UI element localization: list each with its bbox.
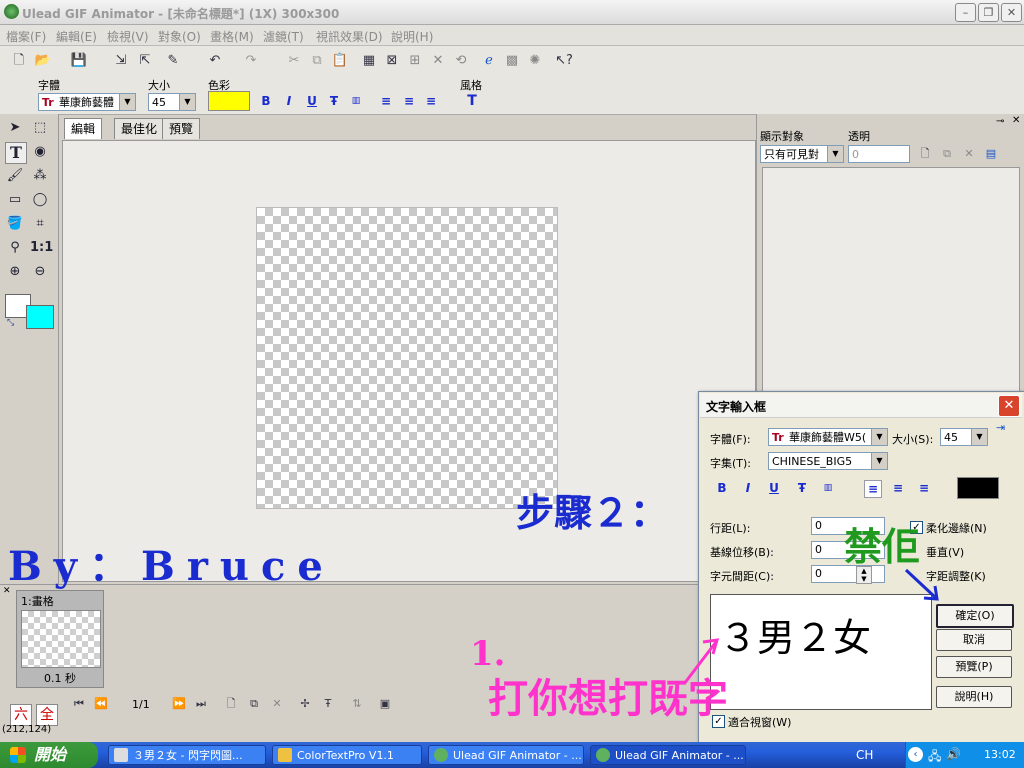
language-indicator[interactable]: CH xyxy=(856,748,873,762)
taskbar-item-ulead-2[interactable]: Ulead GIF Animator - ... xyxy=(590,745,746,765)
taskbar-item-colortextpro[interactable]: ColorTextPro V1.1 xyxy=(272,745,422,765)
system-tray: ‹ 🖧 🔊 13:02 xyxy=(905,742,1024,768)
tray-clock: 13:02 xyxy=(984,748,1016,761)
annotation-arrows xyxy=(682,568,939,685)
taskbar-item-browser[interactable]: ３男２女 - 閃字閃圖... xyxy=(108,745,266,765)
magenta-arrow xyxy=(682,641,718,685)
taskbar-app-icon xyxy=(434,748,448,762)
start-label: 開始 xyxy=(34,745,67,764)
volume-icon[interactable]: 🔊 xyxy=(946,747,961,761)
taskbar-item-ulead-1[interactable]: Ulead GIF Animator - ... xyxy=(428,745,584,765)
windows-logo-icon xyxy=(10,747,26,763)
taskbar-app-icon xyxy=(114,748,128,762)
tray-expand-icon[interactable]: ‹ xyxy=(908,747,923,762)
start-button[interactable]: 開始 xyxy=(0,742,98,768)
network-icon[interactable]: 🖧 xyxy=(928,747,941,768)
taskbar-app-icon xyxy=(278,748,292,762)
blue-arrow xyxy=(904,568,938,600)
taskbar-app-icon xyxy=(596,748,610,762)
